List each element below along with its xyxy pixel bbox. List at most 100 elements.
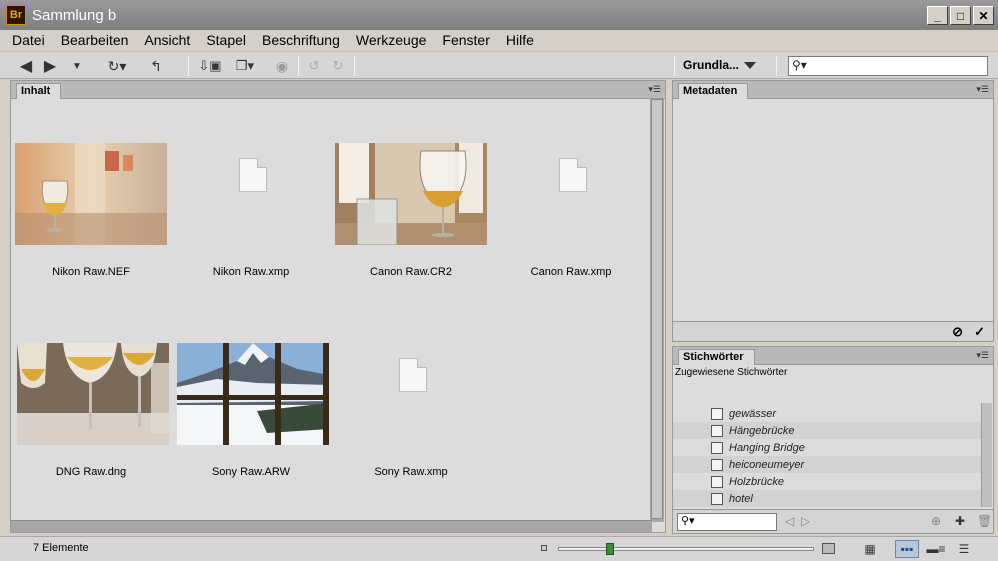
metadata-panel: Metadaten ▾☰ ⊘ ✓ (672, 80, 994, 342)
thumbnail-item[interactable]: DNG Raw.dng (11, 299, 171, 489)
minimize-button[interactable]: _ (927, 6, 948, 25)
keyword-item[interactable]: heiconeumeyer (673, 456, 983, 473)
apply-check-icon[interactable]: ✓ (974, 324, 985, 340)
thumbnail-item[interactable]: Nikon Raw.xmp (171, 99, 331, 289)
get-photos-button[interactable]: ⇩▣ (198, 56, 222, 76)
keywords-scrollbar[interactable] (981, 403, 992, 507)
menu-werkzeuge[interactable]: Werkzeuge (348, 32, 435, 48)
keyword-list: gewässer Hängebrücke Hanging Bridge heic… (673, 405, 983, 507)
thumbnail-view-button[interactable]: ▪▪▪ (895, 540, 919, 558)
workspace-selector[interactable]: Grundla... (683, 58, 739, 72)
clock-icon: ↻▾ (107, 57, 127, 74)
large-thumbnail-icon[interactable] (822, 543, 835, 554)
next-icon[interactable]: ▷ (801, 514, 810, 528)
output-button[interactable]: ◉ (272, 56, 292, 76)
content-panel: Inhalt ▾☰ Nikon Raw.NEF Nikon Raw.xmp Ca… (10, 80, 666, 533)
toolbar-separator (674, 56, 675, 76)
grid-icon: ▦ (864, 542, 876, 556)
panel-menu-icon[interactable]: ▾☰ (648, 84, 661, 95)
generic-file-icon (399, 358, 427, 392)
thumbnail-item[interactable]: Nikon Raw.NEF (11, 99, 171, 289)
menu-fenster[interactable]: Fenster (434, 32, 497, 48)
menu-beschriftung[interactable]: Beschriftung (254, 32, 348, 48)
generic-file-icon (239, 158, 267, 192)
rotate-left-button[interactable]: ↺ (304, 56, 324, 76)
keyword-item[interactable]: hotel (673, 490, 983, 507)
keyword-item[interactable]: gewässer (673, 405, 983, 422)
menu-datei[interactable]: Datei (4, 32, 53, 48)
thumbnail-item[interactable]: Canon Raw.CR2 (331, 99, 491, 289)
thumbnail-label: Sony Raw.ARW (211, 466, 291, 478)
keyword-checkbox[interactable] (711, 441, 723, 454)
keyword-search-input[interactable]: ⚲▾ (677, 513, 777, 531)
bridge-app-icon[interactable]: Br (6, 5, 26, 25)
panel-menu-icon[interactable]: ▾☰ (976, 84, 989, 95)
thumbnail-size-slider[interactable] (558, 543, 814, 555)
cancel-icon[interactable]: ⊘ (952, 324, 963, 340)
menu-ansicht[interactable]: Ansicht (136, 32, 198, 48)
keyword-checkbox[interactable] (711, 475, 723, 488)
recent-folders-button[interactable]: ▼ (68, 56, 86, 76)
return-to-camera-raw-button[interactable]: ↰ (146, 56, 166, 76)
keyword-checkbox[interactable] (711, 407, 723, 420)
search-input[interactable]: ⚲▾ (788, 56, 988, 76)
tab-inhalt[interactable]: Inhalt (16, 83, 62, 99)
forward-button[interactable]: ▶ (40, 56, 60, 76)
search-icon: ⚲▾ (792, 58, 807, 72)
keywords-panel: Stichwörter ▾☰ Zugewiesene Stichwörter g… (672, 346, 994, 534)
content-vertical-scrollbar[interactable] (650, 99, 664, 522)
new-keyword-icon[interactable]: ✚ (955, 514, 965, 528)
details-view-icon: ▬≡ (926, 542, 946, 556)
status-bar: 7 Elemente ▦ ▪▪▪ ▬≡ ☰ (0, 536, 998, 561)
assigned-keywords-label: Zugewiesene Stichwörter (675, 367, 788, 378)
thumbnail-label: Sony Raw.xmp (374, 466, 448, 478)
thumbnail-label: Nikon Raw.xmp (212, 266, 290, 278)
metadata-footer: ⊘ ✓ (673, 321, 993, 341)
rotate-left-icon: ↺ (308, 58, 320, 73)
arrow-right-icon: ▶ (43, 58, 57, 75)
previous-icon[interactable]: ◁ (785, 514, 794, 528)
thumbnail-item[interactable]: Sony Raw.xmp (331, 299, 491, 489)
details-view-button[interactable]: ▬≡ (924, 540, 948, 558)
keyword-checkbox[interactable] (711, 424, 723, 437)
close-button[interactable]: ✕ (973, 6, 994, 25)
maximize-button[interactable]: □ (950, 6, 971, 25)
tab-metadaten[interactable]: Metadaten (678, 83, 749, 99)
thumbnail-label: Canon Raw.CR2 (370, 266, 452, 278)
keyword-checkbox[interactable] (711, 492, 723, 505)
grid-lock-button[interactable]: ▦ (858, 540, 882, 558)
content-horizontal-scrollbar[interactable] (11, 520, 652, 532)
list-view-button[interactable]: ☰ (952, 540, 976, 558)
keyword-item[interactable]: Hanging Bridge (673, 439, 983, 456)
thumbnail-image (15, 143, 167, 245)
boomerang-icon: ↰ (150, 57, 162, 74)
item-count: 7 Elemente (33, 542, 89, 554)
tab-stichwoerter[interactable]: Stichwörter (678, 349, 755, 365)
recent-files-button[interactable]: ↻▾ (102, 56, 132, 76)
scroll-thumb[interactable] (651, 99, 663, 519)
keyword-checkbox[interactable] (711, 458, 723, 471)
small-thumbnail-icon[interactable] (541, 545, 547, 551)
toolbar-separator (776, 56, 777, 76)
new-sub-keyword-icon[interactable]: ⊕ (931, 514, 941, 528)
trash-icon[interactable]: 🗑 (977, 514, 992, 528)
keyword-item[interactable]: Holzbrücke (673, 473, 983, 490)
refine-button[interactable]: ❐▾ (228, 56, 262, 76)
title-bar: Br Sammlung b _ □ ✕ (0, 0, 998, 30)
thumbnail-item[interactable]: Sony Raw.ARW (171, 299, 331, 489)
keyword-label: gewässer (729, 407, 777, 420)
workspace-dropdown-icon[interactable] (744, 62, 756, 69)
panel-menu-icon[interactable]: ▾☰ (976, 350, 989, 361)
menu-stapel[interactable]: Stapel (198, 32, 254, 48)
toolbar-separator (188, 56, 189, 76)
slider-handle[interactable] (605, 543, 614, 555)
menu-bearbeiten[interactable]: Bearbeiten (53, 32, 137, 48)
rotate-right-button[interactable]: ↻ (328, 56, 348, 76)
search-icon: ⚲▾ (681, 515, 695, 527)
keyword-item[interactable]: Hängebrücke (673, 422, 983, 439)
keywords-tabstrip: Stichwörter ▾☰ (673, 347, 993, 365)
thumbnail-item[interactable]: Canon Raw.xmp (491, 99, 651, 289)
menu-hilfe[interactable]: Hilfe (498, 32, 542, 48)
arrow-left-icon: ◀ (19, 58, 33, 75)
back-button[interactable]: ◀ (16, 56, 36, 76)
